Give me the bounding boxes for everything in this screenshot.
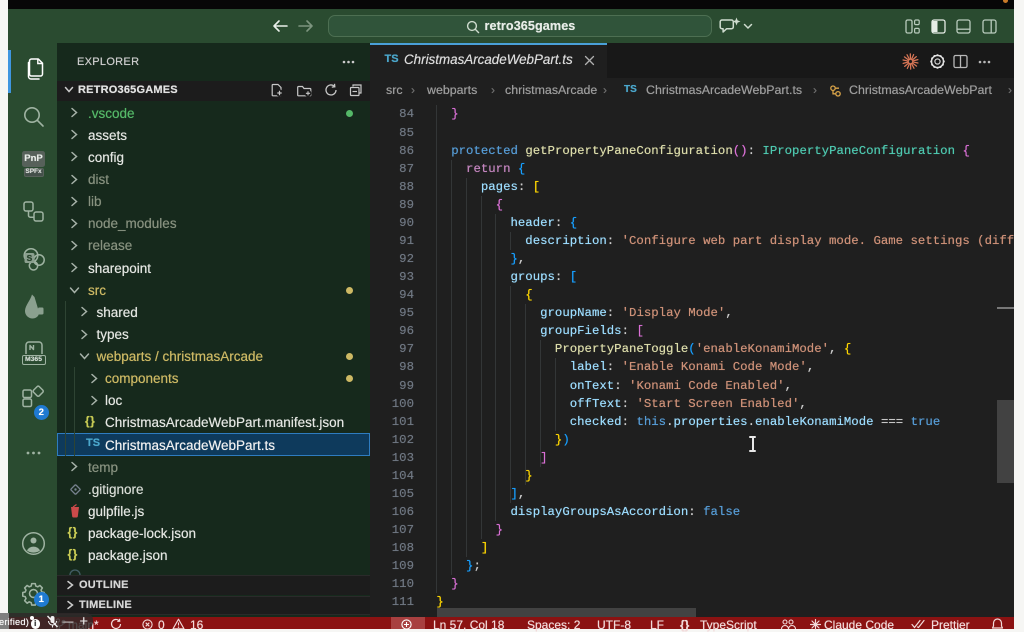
svg-text:S: S [27, 253, 33, 263]
